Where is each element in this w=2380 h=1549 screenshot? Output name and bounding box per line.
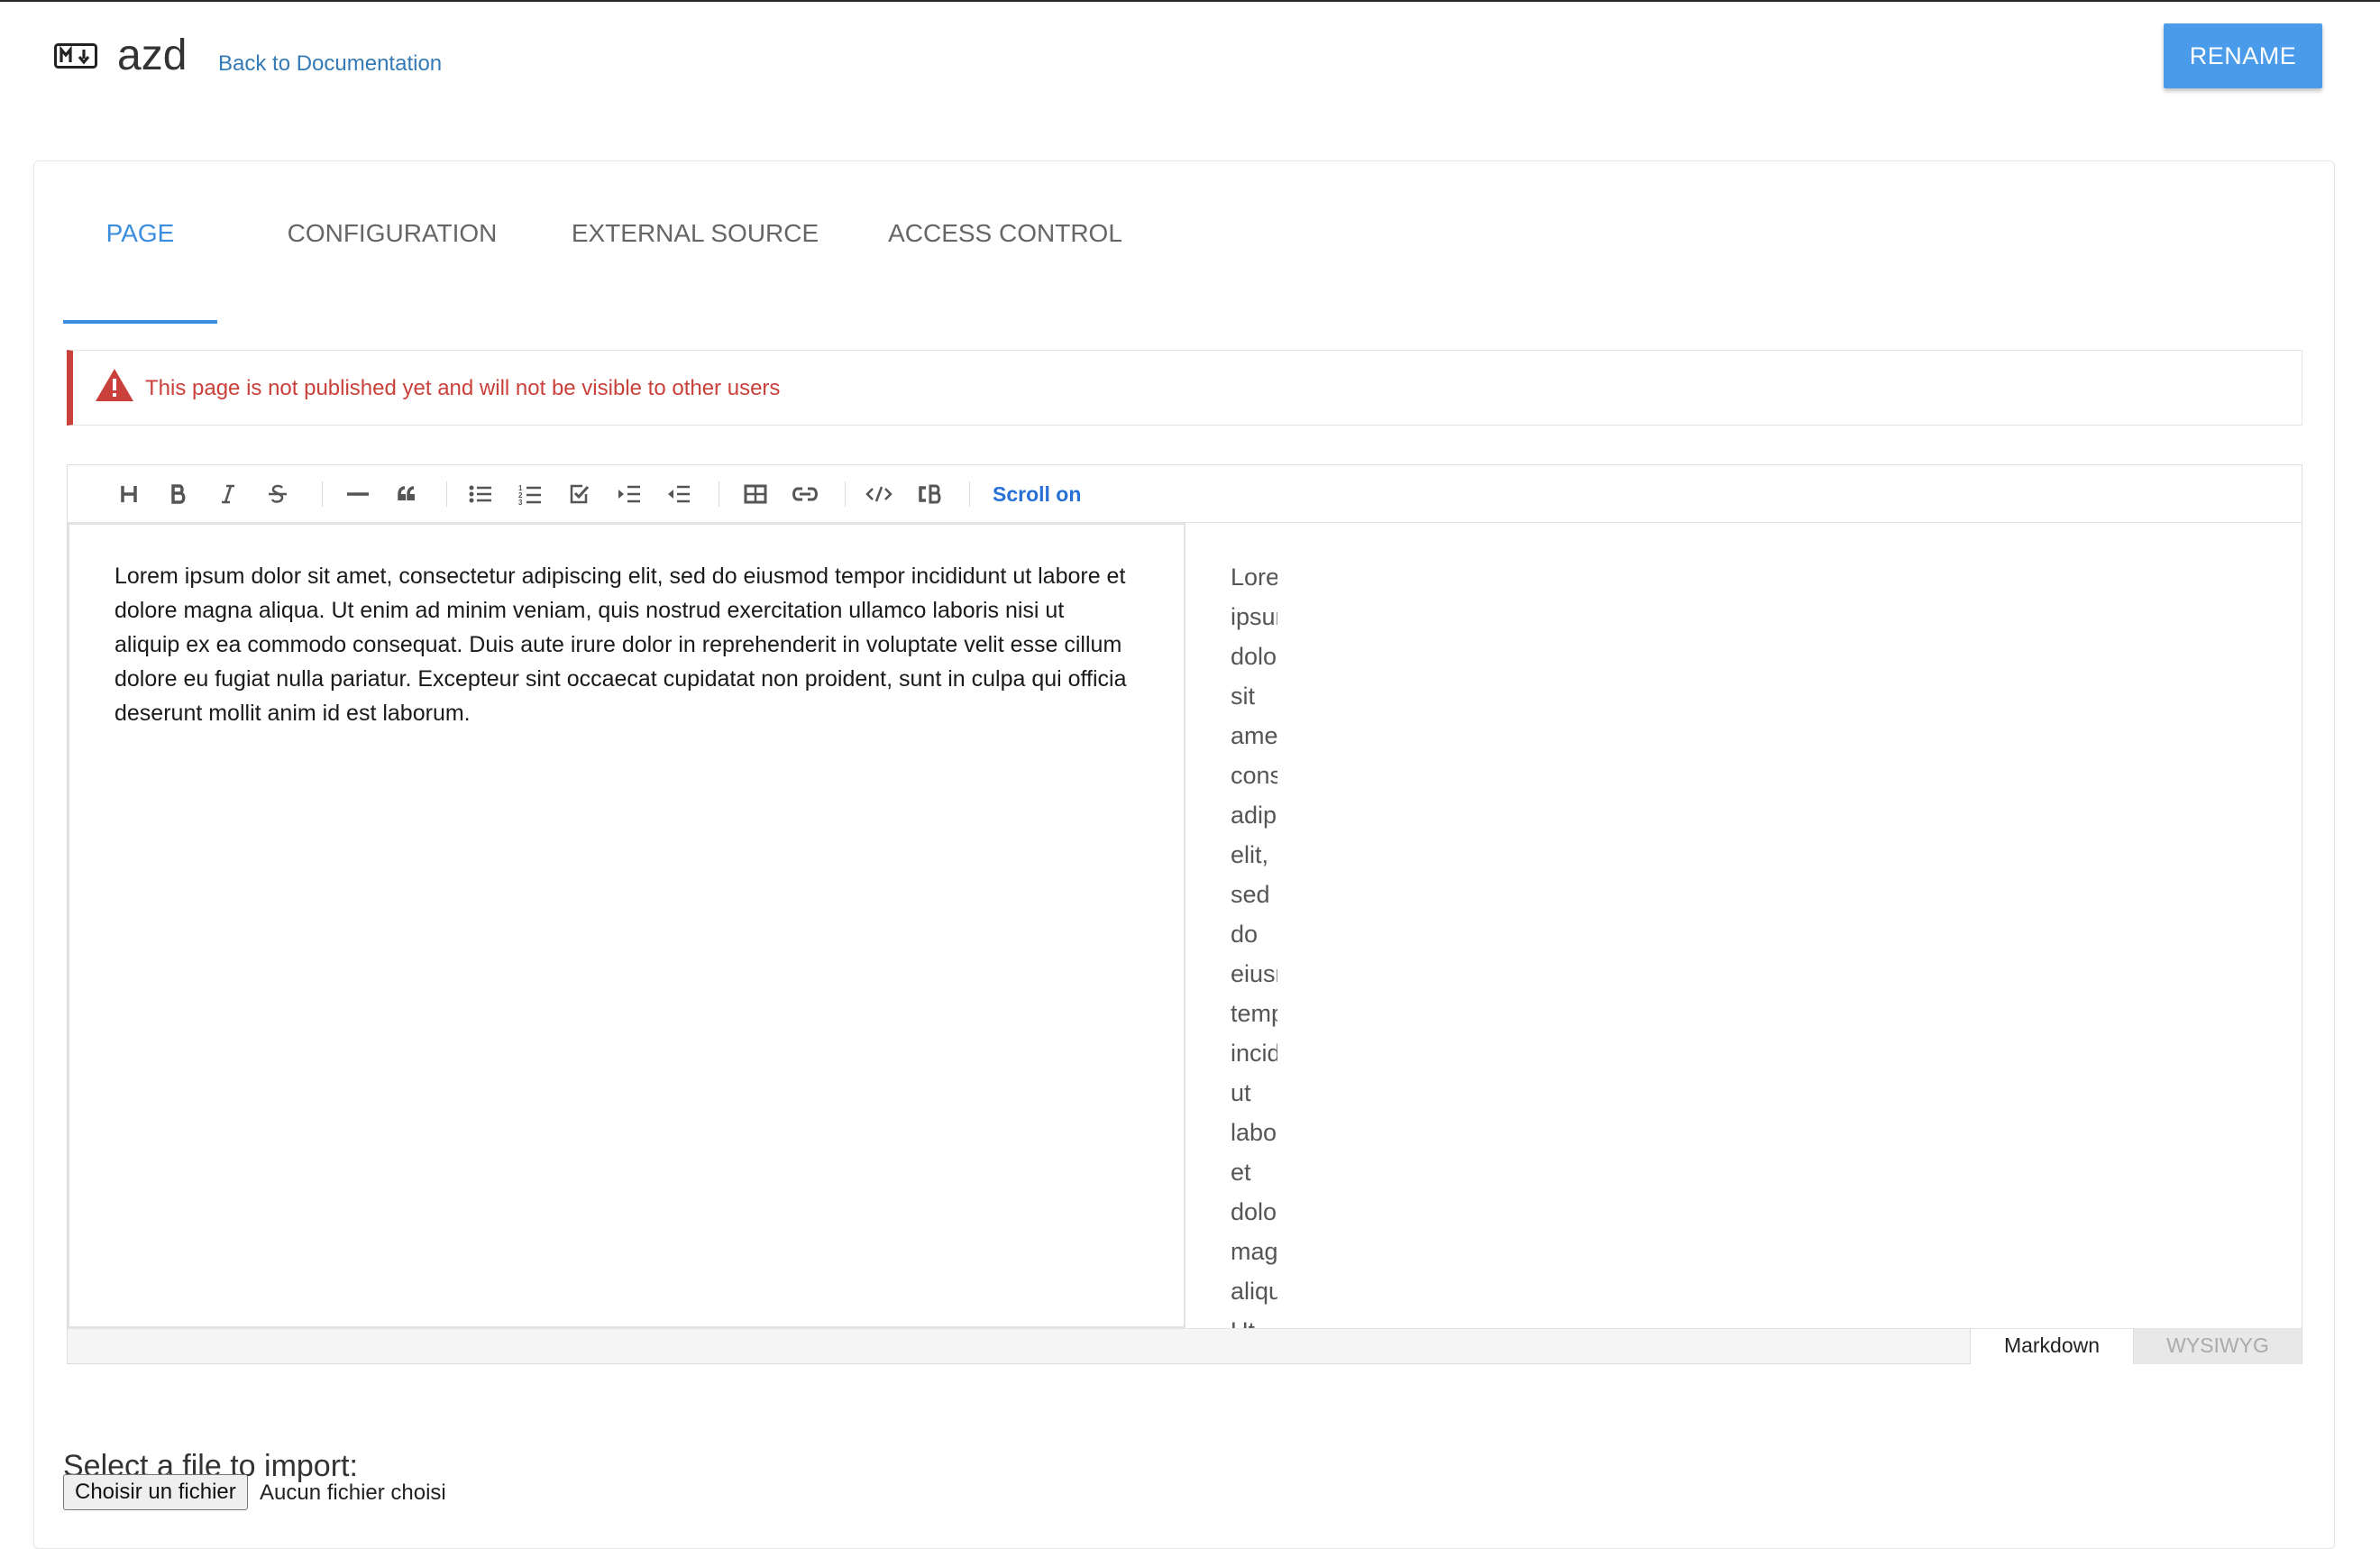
outdent-icon[interactable] [663,478,695,510]
toolbar-separator [322,481,323,507]
markdown-mode-tab[interactable]: Markdown [1970,1329,2134,1364]
link-icon[interactable] [789,478,821,510]
svg-text:3: 3 [518,499,523,505]
heading-icon[interactable] [113,478,145,510]
ordered-list-icon[interactable]: 123 [514,478,546,510]
markdown-input-pane[interactable]: Lorem ipsum dolor sit amet, consectetur … [68,523,1185,1328]
bold-icon[interactable] [162,478,195,510]
active-tab-indicator [63,320,217,324]
page-title: azd [117,32,188,79]
warning-triangle-icon [96,369,133,401]
back-to-documentation-link[interactable]: Back to Documentation [218,49,442,79]
markdown-logo-icon[interactable] [54,43,97,69]
toolbar-separator [845,481,846,507]
toolbar-separator [446,481,447,507]
bullet-list-icon[interactable] [464,478,497,510]
warning-message: This page is not published yet and will … [145,376,781,400]
preview-content: Lorem ipsum dolor sit amet, consectetur … [1231,564,1277,1328]
code-block-icon[interactable] [912,478,945,510]
strikethrough-icon[interactable] [261,478,294,510]
horizontal-rule-icon[interactable] [342,478,374,510]
preview-pane: Lorem ipsum dolor sit amet, consectetur … [1185,523,2302,1328]
choose-file-button[interactable]: Choisir un fichier [63,1474,248,1510]
editor-card: PAGE CONFIGURATION EXTERNAL SOURCE ACCES… [33,160,2335,1549]
tab-configuration[interactable]: CONFIGURATION [274,206,510,279]
table-icon[interactable] [739,478,772,510]
scroll-sync-toggle[interactable]: Scroll on [993,478,1081,510]
page-header: azd Back to Documentation RENAME [0,2,2380,137]
italic-icon[interactable] [212,478,244,510]
markdown-editor: 123 Scroll on Lorem ipsum dolor sit amet… [67,464,2302,1364]
code-icon[interactable] [863,478,895,510]
editor-toolbar: 123 Scroll on [68,465,2302,523]
rename-button[interactable]: RENAME [2164,23,2322,88]
wysiwyg-mode-tab[interactable]: WYSIWYG [2134,1329,2302,1364]
file-status-text: Aucun fichier choisi [260,1480,446,1505]
quote-icon[interactable] [391,478,424,510]
markdown-content[interactable]: Lorem ipsum dolor sit amet, consectetur … [114,559,1133,730]
task-list-icon[interactable] [563,478,596,510]
editor-mode-bar: Markdown WYSIWYG [68,1328,2302,1364]
tab-page[interactable]: PAGE [63,206,217,279]
toolbar-separator [969,481,970,507]
tab-access-control[interactable]: ACCESS CONTROL [883,206,1127,279]
unpublished-warning-banner: This page is not published yet and will … [67,350,2302,426]
indent-icon[interactable] [613,478,645,510]
tab-external-source[interactable]: EXTERNAL SOURCE [565,206,825,279]
